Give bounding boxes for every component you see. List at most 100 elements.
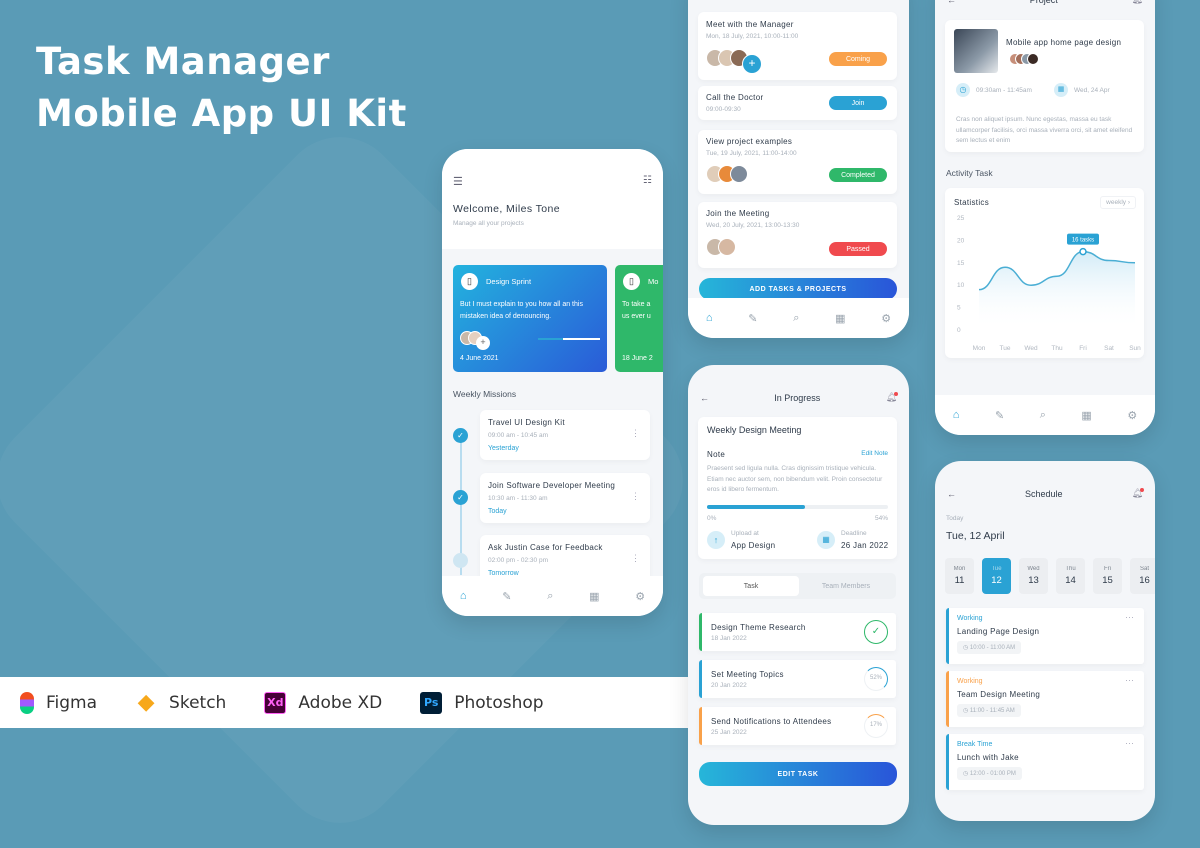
- more-icon[interactable]: ···: [1125, 612, 1134, 622]
- bottom-nav: ⌂ ✎ ⌕ ▦ ⚙: [688, 298, 909, 338]
- today-date: Tue, 12 April: [946, 530, 1005, 542]
- schedule-status: Break Time: [957, 741, 993, 748]
- home-icon[interactable]: ⌂: [953, 409, 960, 421]
- tool-photoshop: Ps Photoshop: [420, 691, 544, 714]
- check-icon: ✓: [453, 428, 468, 443]
- tab-team-members[interactable]: Team Members: [800, 576, 892, 596]
- home-icon[interactable]: ⌂: [706, 312, 713, 324]
- search-icon[interactable]: ⌕: [1040, 409, 1046, 422]
- sketch-icon: ◆: [137, 690, 155, 715]
- meeting-item[interactable]: View project examples Tue, 19 July, 2021…: [698, 130, 897, 194]
- hero-title: Task Manager Mobile App UI Kit: [36, 36, 407, 140]
- chart-area: [979, 251, 1135, 330]
- project-card[interactable]: Mobile app home page design ◷ 09:30am - …: [945, 20, 1144, 152]
- y-tick-label: 15: [957, 260, 965, 267]
- hero-line-1: Task Manager: [36, 40, 330, 83]
- project-progress: [538, 338, 600, 340]
- menu-icon[interactable]: ☰: [453, 175, 463, 188]
- edit-icon[interactable]: ✎: [502, 590, 511, 603]
- day-selector: Mon 11 Tue 12 Wed 13 Thu 14 Fri 15 Sat 16: [945, 558, 1155, 594]
- mission-item[interactable]: Join Software Developer Meeting 10:30 am…: [480, 473, 650, 523]
- bell-icon[interactable]: 🔔︎: [1132, 0, 1143, 5]
- bell-icon[interactable]: 🔔︎: [1132, 488, 1144, 499]
- attendee-avatars: [706, 238, 736, 261]
- document-icon: ▯: [623, 273, 640, 290]
- phone-schedule: ← Schedule 🔔︎ Today Tue, 12 April Mon 11 T…: [935, 461, 1155, 821]
- bell-icon[interactable]: 🔔︎: [886, 392, 898, 403]
- task-item[interactable]: Set Meeting Topics 20 Jan 2022 52%: [699, 660, 896, 698]
- day-button[interactable]: Fri 15: [1093, 558, 1122, 594]
- join-button[interactable]: Join: [829, 96, 887, 110]
- x-tick-label: Tue: [1000, 345, 1011, 352]
- tool-sketch: ◆ Sketch: [135, 690, 227, 715]
- add-member-icon: +: [742, 54, 762, 74]
- status-badge[interactable]: Passed: [829, 242, 887, 256]
- task-item[interactable]: Design Theme Research 18 Jan 2022 ✓: [699, 613, 896, 651]
- task-item[interactable]: Send Notifications to Attendees 25 Jan 2…: [699, 707, 896, 745]
- calendar-icon[interactable]: ▦: [1081, 409, 1091, 422]
- back-arrow-icon[interactable]: ←: [947, 489, 956, 499]
- search-icon[interactable]: ⌕: [547, 590, 553, 603]
- phone-project: ← Project 🔔︎ Mobile app home page design…: [935, 0, 1155, 435]
- schedule-item[interactable]: Working Landing Page Design ◷ 10:00 - 11…: [946, 608, 1144, 664]
- schedule-title: Lunch with Jake: [957, 753, 1019, 762]
- meeting-item[interactable]: Meet with the Manager Mon, 18 July, 2021…: [698, 12, 897, 80]
- add-tasks-button[interactable]: ADD TASKS & PROJECTS: [699, 278, 897, 300]
- tab-task[interactable]: Task: [703, 576, 799, 596]
- meeting-detail-card: Weekly Design Meeting Note Edit Note Pra…: [698, 417, 897, 559]
- check-icon: ✓: [453, 490, 468, 505]
- project-thumbnail: [954, 29, 998, 73]
- schedule-item[interactable]: Working Team Design Meeting ◷ 11:00 - 11…: [946, 671, 1144, 727]
- x-tick-label: Wed: [1024, 345, 1038, 352]
- tool-adobe-xd: Xd Adobe XD: [264, 691, 382, 714]
- home-icon[interactable]: ⌂: [460, 590, 467, 602]
- x-tick-label: Fri: [1079, 345, 1087, 352]
- calendar-icon[interactable]: ▦: [589, 590, 599, 603]
- more-icon[interactable]: ⋮: [631, 553, 640, 564]
- more-icon[interactable]: ⋮: [631, 428, 640, 439]
- filter-icon[interactable]: ☷: [643, 175, 652, 186]
- figma-icon: [20, 691, 34, 714]
- settings-icon[interactable]: ⚙: [1127, 409, 1137, 422]
- back-arrow-icon[interactable]: ←: [947, 0, 956, 5]
- member-avatars: [1009, 52, 1039, 70]
- schedule-item[interactable]: Break Time Lunch with Jake ◷ 12:00 - 01:…: [946, 734, 1144, 790]
- completed-check-icon: ✓: [864, 620, 888, 644]
- project-card-design-sprint[interactable]: ▯ Design Sprint But I must explain to yo…: [453, 265, 607, 372]
- calendar-icon: ▦: [817, 531, 835, 549]
- welcome-title: Welcome, Miles Tone: [453, 203, 561, 215]
- settings-icon[interactable]: ⚙: [881, 312, 891, 325]
- back-arrow-icon[interactable]: ←: [700, 393, 709, 403]
- search-icon[interactable]: ⌕: [793, 312, 799, 325]
- project-card-2[interactable]: ▯ Mo To take a us ever u 18 June 2: [615, 265, 663, 372]
- day-button[interactable]: Tue 12: [982, 558, 1011, 594]
- meeting-item[interactable]: Join the Meeting Wed, 20 July, 2021, 13:…: [698, 202, 897, 268]
- day-button[interactable]: Mon 11: [945, 558, 974, 594]
- day-button[interactable]: Sat 16: [1130, 558, 1155, 594]
- statistics-card: Statistics weekly › 0 5 10 15 20 25 Mon Tue Wed T…: [945, 188, 1144, 358]
- mission-item[interactable]: Travel UI Design Kit 09:00 am - 10:45 am…: [480, 410, 650, 460]
- screen-title: Schedule: [1025, 488, 1063, 499]
- edit-icon[interactable]: ✎: [748, 312, 757, 325]
- status-badge[interactable]: Coming: [829, 52, 887, 66]
- day-button[interactable]: Wed 13: [1019, 558, 1048, 594]
- tool-figma: Figma: [20, 691, 97, 714]
- edit-task-button[interactable]: EDIT TASK: [699, 762, 897, 786]
- clock-icon: ◷: [956, 83, 970, 97]
- settings-icon[interactable]: ⚙: [635, 590, 645, 603]
- y-tick-label: 20: [957, 237, 965, 244]
- weekly-missions-title: Weekly Missions: [453, 389, 517, 399]
- status-badge[interactable]: Completed: [829, 168, 887, 182]
- upload-icon: ↑: [707, 531, 725, 549]
- more-icon[interactable]: ···: [1125, 675, 1134, 685]
- more-icon[interactable]: ···: [1125, 738, 1134, 748]
- meeting-item[interactable]: Call the Doctor 09:00-09:30 Join: [698, 86, 897, 120]
- calendar-icon[interactable]: ▦: [835, 312, 845, 325]
- phone-in-progress: ← In Progress 🔔︎ Weekly Design Meeting N…: [688, 365, 909, 825]
- day-button[interactable]: Thu 14: [1056, 558, 1085, 594]
- schedule-status: Working: [957, 678, 983, 685]
- edit-note-link[interactable]: Edit Note: [861, 450, 888, 457]
- y-tick-label: 0: [957, 327, 961, 334]
- more-icon[interactable]: ⋮: [631, 491, 640, 502]
- edit-icon[interactable]: ✎: [995, 409, 1004, 422]
